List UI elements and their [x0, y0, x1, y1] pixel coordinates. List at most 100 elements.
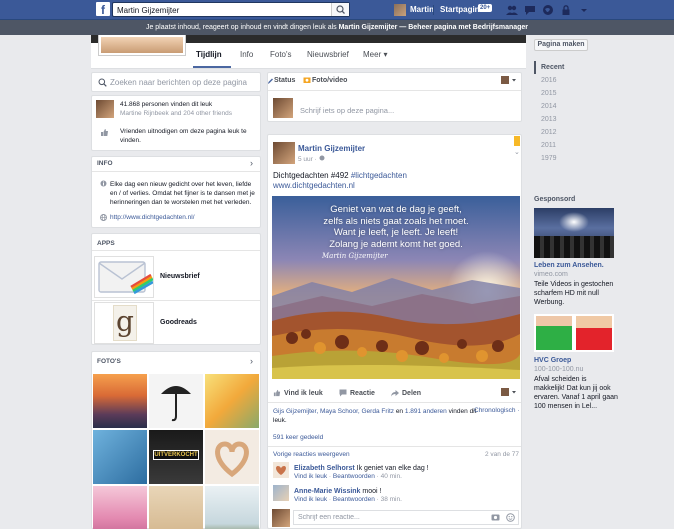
- likers-others-link[interactable]: 1.891 anderen: [405, 408, 447, 415]
- year-nav-2014[interactable]: 2014: [534, 100, 574, 113]
- info-heading[interactable]: INFO: [97, 160, 113, 167]
- hashtag-link[interactable]: #lichtgedachten: [351, 171, 407, 180]
- comment-icon: [339, 389, 347, 397]
- comment-reply-link[interactable]: Beantwoorden: [333, 473, 375, 480]
- global-search-box[interactable]: [112, 2, 350, 17]
- photos-heading[interactable]: FOTO'S: [97, 358, 121, 365]
- emoji-icon[interactable]: [506, 513, 515, 522]
- business-manager-link[interactable]: Beheer pagina met Bedrijfsmanager: [408, 24, 528, 31]
- post-photo[interactable]: Geniet van wat de dag je geeft, zelfs al…: [272, 196, 520, 379]
- post-url-link[interactable]: www.dichtgedachten.nl: [273, 181, 355, 190]
- newsletter-app-thumbnail[interactable]: [94, 256, 154, 298]
- commenter-name[interactable]: Anne-Marie Wissink: [294, 488, 360, 495]
- year-nav-1979[interactable]: 1979: [534, 152, 574, 165]
- comment-like-link[interactable]: Vind ik leuk: [294, 496, 327, 503]
- liker-names[interactable]: Gijs Gijzemijter, Maya Schoor, Gerda Fri…: [273, 408, 394, 415]
- privacy-lock-icon[interactable]: [560, 4, 572, 16]
- year-nav-2015[interactable]: 2015: [534, 87, 574, 100]
- search-icon: [98, 78, 107, 87]
- ad-title[interactable]: HVC Groep: [534, 357, 571, 364]
- facebook-logo[interactable]: f: [96, 2, 110, 17]
- friend-requests-icon[interactable]: [506, 4, 518, 16]
- photo-thumbnail[interactable]: [149, 374, 203, 428]
- invite-friends-link[interactable]: Vrienden uitnodigen om deze pagina leuk …: [120, 127, 255, 145]
- ad-image-concert[interactable]: [534, 208, 614, 258]
- post-author-avatar[interactable]: [273, 142, 295, 164]
- post-photo-quote: Geniet van wat de dag je geeft, zelfs al…: [272, 204, 520, 250]
- app-goodreads-link[interactable]: Goodreads: [160, 319, 197, 326]
- commenter-avatar[interactable]: [273, 485, 289, 501]
- chevron-down-icon[interactable]: ⌄: [514, 148, 520, 156]
- chevron-right-icon[interactable]: ›: [250, 158, 253, 168]
- admin-banner: Je plaatst inhoud, reageert op inhoud en…: [0, 20, 674, 35]
- friends-who-like[interactable]: Martine Rijnbeek and 204 other friends: [120, 110, 232, 117]
- tab-photos[interactable]: Foto's: [270, 50, 292, 59]
- user-profile-link[interactable]: Martin: [410, 5, 434, 14]
- global-search-input[interactable]: [117, 4, 327, 16]
- photo-thumbnail[interactable]: UITVERKOCHT: [149, 430, 203, 484]
- ad-image-people[interactable]: [534, 314, 614, 352]
- post-author-name[interactable]: Martin Gijzemijter: [298, 144, 365, 153]
- like-icon: [273, 389, 281, 397]
- search-button[interactable]: [331, 3, 349, 16]
- chevron-right-icon[interactable]: ›: [250, 356, 253, 366]
- commenter-name[interactable]: Elizabeth Selhorst: [294, 465, 355, 472]
- page-post-search-input[interactable]: [110, 76, 258, 88]
- bookmark-icon[interactable]: [514, 136, 520, 146]
- create-page-button[interactable]: Pagina maken: [534, 39, 588, 51]
- post-timestamp[interactable]: 5 uur ·: [298, 155, 325, 163]
- photo-thumbnail[interactable]: [149, 486, 203, 529]
- year-nav-2011[interactable]: 2011: [534, 139, 574, 152]
- website-link[interactable]: http://www.dichtgedachten.nl/: [110, 214, 195, 221]
- comment-like-link[interactable]: Vind ik leuk: [294, 473, 327, 480]
- composer-input[interactable]: [300, 104, 500, 116]
- tab-info[interactable]: Info: [240, 50, 253, 59]
- composer-status-tab[interactable]: Status: [274, 77, 295, 84]
- commenter-avatar[interactable]: [273, 462, 289, 478]
- ad-url: 100-100-100.nu: [534, 366, 584, 373]
- photo-thumbnail[interactable]: [93, 374, 147, 428]
- page-identity-switcher-icon[interactable]: [501, 388, 517, 396]
- tab-more[interactable]: Meer ▾: [363, 50, 387, 59]
- goodreads-app-thumbnail[interactable]: g: [94, 302, 154, 344]
- photo-thumbnail[interactable]: [93, 430, 147, 484]
- page-identity-switcher-icon[interactable]: [501, 76, 517, 84]
- user-avatar[interactable]: [394, 4, 406, 16]
- comment: Elizabeth Selhorst Ik geniet van elke da…: [294, 463, 429, 472]
- ad-title[interactable]: Leben zum Ansehen.: [534, 262, 604, 269]
- year-nav-recent[interactable]: Recent: [534, 61, 574, 74]
- comment-sort-dropdown[interactable]: Chronologisch ·: [474, 407, 520, 414]
- year-nav-2016[interactable]: 2016: [534, 74, 574, 87]
- view-previous-comments-link[interactable]: Vorige reacties weergeven: [273, 451, 350, 458]
- composer-photo-video-tab[interactable]: Foto/video: [312, 77, 347, 84]
- reply-input[interactable]: [298, 512, 478, 523]
- photo-thumbnail[interactable]: [93, 486, 147, 529]
- share-button[interactable]: Delen: [402, 390, 421, 397]
- comment-button[interactable]: Reactie: [350, 390, 375, 397]
- like-button[interactable]: Vind ik leuk: [284, 390, 323, 397]
- app-newsletter-link[interactable]: Nieuwsbrief: [160, 273, 200, 280]
- camera-icon[interactable]: [491, 513, 500, 521]
- comment-reply-link[interactable]: Beantwoorden: [333, 496, 375, 503]
- post-time-text[interactable]: 5 uur ·: [298, 156, 319, 163]
- page-description: Elke dag een nieuw gedicht over het leve…: [110, 181, 255, 206]
- likes-count[interactable]: 41.868 personen vinden dit leuk: [120, 101, 212, 108]
- photo-thumbnail[interactable]: [205, 374, 259, 428]
- tab-timeline[interactable]: Tijdlijn: [196, 50, 222, 59]
- friend-avatar[interactable]: [96, 100, 114, 118]
- admin-banner-name[interactable]: Martin Gijzemijter: [339, 24, 398, 31]
- year-nav-2012[interactable]: 2012: [534, 126, 574, 139]
- year-nav-2013[interactable]: 2013: [534, 113, 574, 126]
- page-profile-picture[interactable]: [98, 35, 186, 56]
- notifications-globe-icon[interactable]: [542, 4, 554, 16]
- author-signature: Martin Gijzemijter: [322, 252, 388, 260]
- audience-globe-icon[interactable]: [319, 155, 325, 161]
- photo-thumbnail[interactable]: [205, 486, 259, 529]
- settings-dropdown-icon[interactable]: [578, 4, 590, 16]
- messages-icon[interactable]: [524, 4, 536, 16]
- photo-thumbnail[interactable]: [205, 430, 259, 484]
- divider: [268, 402, 521, 403]
- info-circle-icon: [100, 180, 107, 187]
- shares-count-link[interactable]: 591 keer gedeeld: [273, 434, 323, 441]
- tab-newsletter[interactable]: Nieuwsbrief: [307, 50, 349, 59]
